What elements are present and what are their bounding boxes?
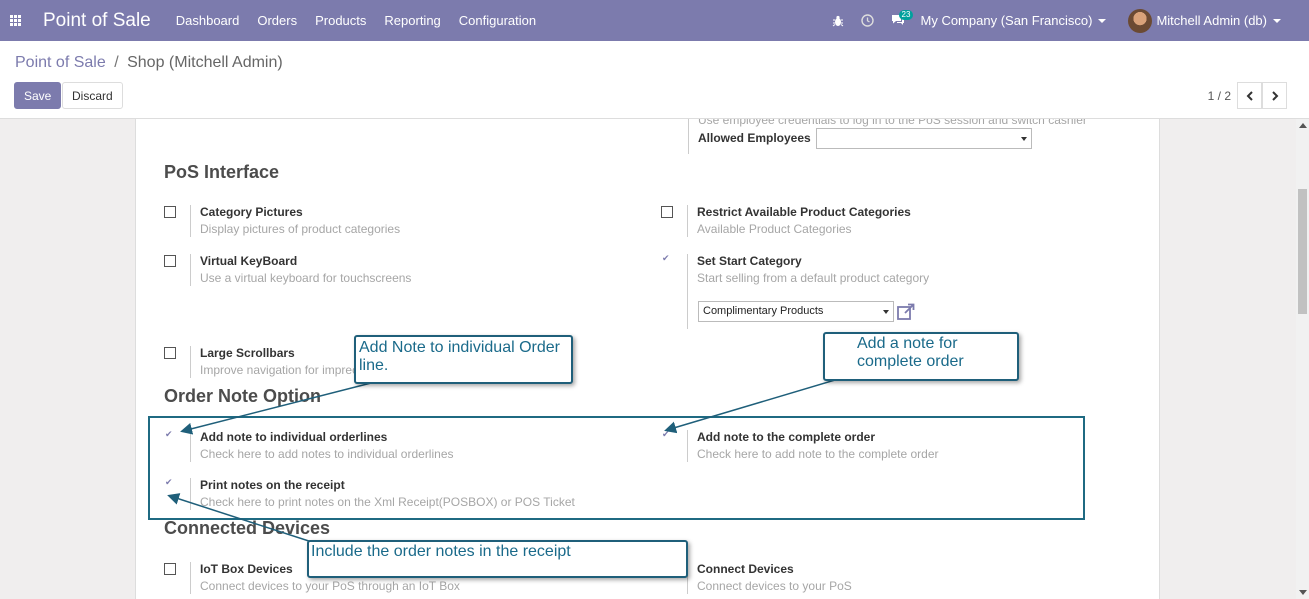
callout-receipt-notes: Include the order notes in the receipt <box>307 540 688 578</box>
callout-text: Add a note for complete order <box>857 335 964 370</box>
callout-complete-order-note: Add a note for complete order <box>823 332 1019 381</box>
callout-text: Add Note to individual Order line. <box>359 339 560 374</box>
callout-text: Include the order notes in the receipt <box>311 543 571 560</box>
callout-orderline-note: Add Note to individual Order line. <box>354 335 573 384</box>
annotation-arrows <box>167 379 836 544</box>
